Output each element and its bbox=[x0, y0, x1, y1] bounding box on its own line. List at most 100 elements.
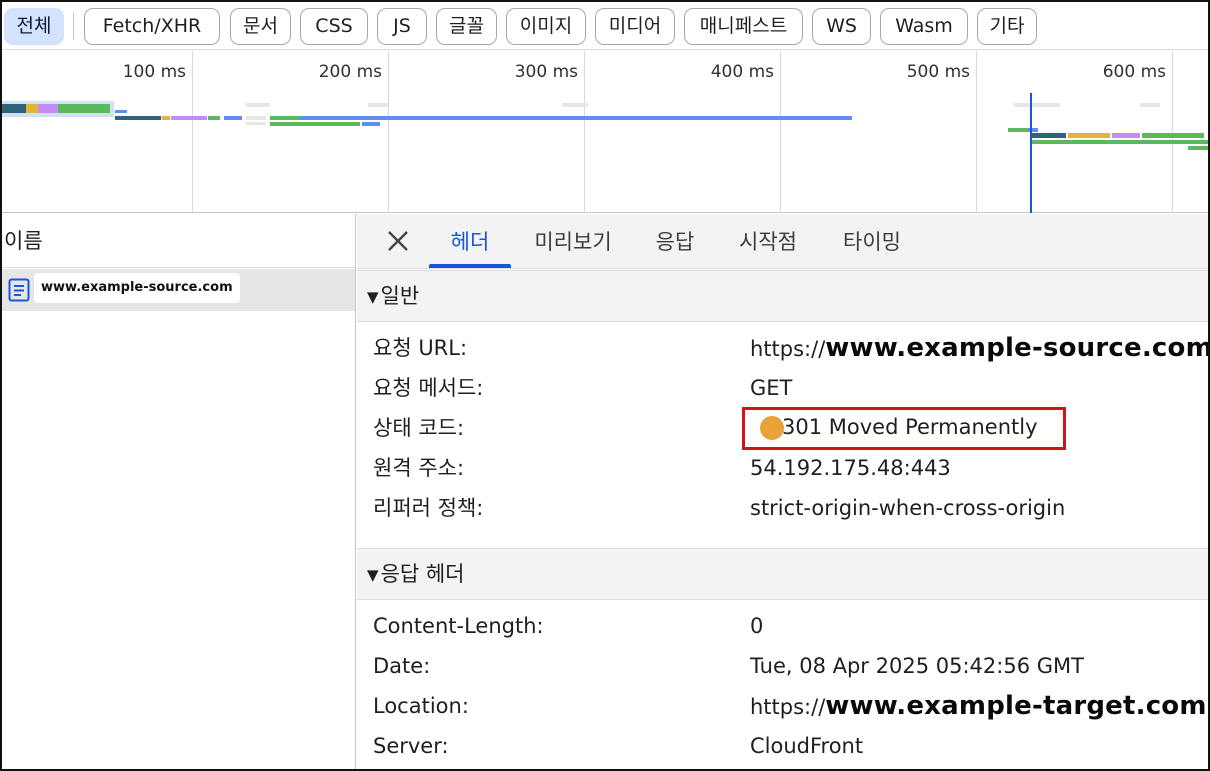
section-title: 일반 bbox=[380, 284, 420, 308]
tick-label: 600 ms bbox=[1102, 62, 1166, 82]
tab-timing[interactable]: 타이밍 bbox=[831, 214, 913, 268]
waterfall-bar bbox=[162, 116, 170, 120]
header-key: 상태 코드: bbox=[373, 416, 465, 440]
header-row-location: Location: https://www.example-target.com bbox=[373, 686, 1206, 726]
header-value[interactable]: Tue, 08 Apr 2025 05:42:56 GMT bbox=[750, 646, 1084, 686]
grid-line bbox=[388, 51, 389, 213]
filter-media[interactable]: 미디어 bbox=[595, 8, 675, 45]
timeline-cursor bbox=[1030, 93, 1032, 213]
waterfall-bar bbox=[368, 103, 388, 107]
waterfall-bar bbox=[246, 122, 266, 125]
waterfall-bar bbox=[2, 104, 26, 113]
section-general-header[interactable]: ▼일반 bbox=[357, 270, 1208, 322]
waterfall-bar bbox=[1008, 128, 1028, 132]
section-title: 응답 헤더 bbox=[380, 562, 465, 586]
waterfall-bar bbox=[224, 116, 242, 120]
waterfall-bar bbox=[270, 122, 360, 126]
filter-ws[interactable]: WS bbox=[812, 8, 871, 45]
grid-line bbox=[584, 51, 585, 213]
waterfall-bar bbox=[1030, 140, 1208, 144]
waterfall-bar bbox=[115, 116, 161, 120]
grid-line bbox=[976, 51, 977, 213]
tab-preview[interactable]: 미리보기 bbox=[523, 214, 623, 268]
filter-js[interactable]: JS bbox=[377, 8, 427, 45]
header-value[interactable]: https://www.example-target.com bbox=[750, 686, 1207, 727]
tick-label: 200 ms bbox=[318, 62, 382, 82]
url-scheme: https:// bbox=[750, 695, 826, 719]
waterfall-bar bbox=[58, 104, 110, 113]
tick-label: 500 ms bbox=[906, 62, 970, 82]
url-host: www.example-source.com bbox=[825, 333, 1210, 363]
tab-headers[interactable]: 헤더 bbox=[429, 214, 511, 268]
waterfall-bar bbox=[300, 116, 852, 120]
waterfall-bar bbox=[38, 104, 58, 113]
devtools-network-panel: 전체 Fetch/XHR 문서 CSS JS 글꼴 이미지 미디어 매니페스트 … bbox=[0, 0, 1210, 771]
waterfall-bar bbox=[362, 122, 380, 126]
expand-triangle-icon: ▼ bbox=[367, 288, 379, 306]
filter-manifest[interactable]: 매니페스트 bbox=[684, 8, 803, 45]
waterfall-bar bbox=[1188, 146, 1208, 150]
header-row-status: 상태 코드: 301 Moved Permanently bbox=[373, 407, 1203, 450]
waterfall-bar bbox=[26, 104, 38, 113]
filter-image[interactable]: 이미지 bbox=[506, 8, 586, 45]
filter-all[interactable]: 전체 bbox=[4, 8, 64, 45]
header-value[interactable]: 0 bbox=[750, 606, 763, 646]
name-column-header[interactable]: 이름 bbox=[2, 214, 355, 268]
filter-separator bbox=[73, 12, 74, 40]
filter-other[interactable]: 기타 bbox=[977, 8, 1037, 45]
header-row-server: Server: CloudFront bbox=[373, 726, 1203, 766]
header-value[interactable]: 54.192.175.48:443 bbox=[750, 448, 951, 488]
header-key: Date: bbox=[373, 654, 431, 678]
header-key: 원격 주소: bbox=[373, 456, 465, 480]
waterfall-bar bbox=[562, 103, 588, 107]
header-row-method: 요청 메서드: GET bbox=[373, 368, 1203, 408]
header-key: 리퍼러 정책: bbox=[373, 496, 484, 520]
document-icon bbox=[8, 278, 30, 302]
tab-initiator[interactable]: 시작점 bbox=[727, 214, 809, 268]
waterfall-bar bbox=[1112, 133, 1140, 138]
request-details: 헤더 미리보기 응답 시작점 타이밍 ▼일반 요청 URL: https://w… bbox=[357, 214, 1208, 769]
waterfall-bar bbox=[171, 116, 207, 120]
header-value[interactable]: https://www.example-source.com bbox=[750, 328, 1210, 369]
waterfall-bar bbox=[270, 116, 300, 120]
header-value[interactable]: GET bbox=[750, 368, 792, 408]
request-row[interactable]: www.example-source.com bbox=[2, 269, 355, 311]
waterfall-bar bbox=[1142, 133, 1204, 138]
header-row-date: Date: Tue, 08 Apr 2025 05:42:56 GMT bbox=[373, 646, 1203, 686]
waterfall-bar bbox=[246, 116, 266, 120]
filter-bar: 전체 Fetch/XHR 문서 CSS JS 글꼴 이미지 미디어 매니페스트 … bbox=[2, 2, 1208, 50]
filter-wasm[interactable]: Wasm bbox=[880, 8, 968, 45]
request-list: 이름 www.example-source.com bbox=[2, 214, 356, 769]
active-tab-indicator bbox=[429, 264, 511, 268]
waterfall-bar bbox=[1068, 133, 1110, 138]
header-key: Server: bbox=[373, 734, 449, 758]
header-key: Content-Length: bbox=[373, 614, 544, 638]
close-icon[interactable] bbox=[383, 226, 413, 256]
status-dot-icon bbox=[760, 416, 784, 440]
filter-font[interactable]: 글꼴 bbox=[436, 8, 497, 45]
url-host: www.example-target.com bbox=[825, 691, 1207, 721]
header-value[interactable]: strict-origin-when-cross-origin bbox=[750, 488, 1065, 528]
header-value[interactable]: CloudFront bbox=[750, 726, 863, 766]
waterfall-bar bbox=[1140, 103, 1160, 107]
tick-label: 400 ms bbox=[710, 62, 774, 82]
tick-label: 100 ms bbox=[122, 62, 186, 82]
filter-css[interactable]: CSS bbox=[300, 8, 368, 45]
filter-document[interactable]: 문서 bbox=[230, 8, 291, 45]
header-key: 요청 URL: bbox=[373, 336, 468, 360]
tab-response[interactable]: 응답 bbox=[645, 214, 705, 268]
grid-line bbox=[1172, 51, 1173, 213]
filter-fetch-xhr[interactable]: Fetch/XHR bbox=[84, 8, 220, 45]
request-name: www.example-source.com bbox=[34, 273, 240, 303]
timeline-overview[interactable]: 100 ms 200 ms 300 ms 400 ms 500 ms 600 m… bbox=[2, 51, 1208, 213]
waterfall-bar bbox=[1030, 133, 1066, 138]
waterfall-bar bbox=[115, 110, 127, 113]
header-row-request-url: 요청 URL: https://www.example-source.com bbox=[373, 328, 1208, 368]
section-response-headers-header[interactable]: ▼응답 헤더 bbox=[357, 548, 1208, 600]
header-row-referrer-policy: 리퍼러 정책: strict-origin-when-cross-origin bbox=[373, 488, 1203, 528]
expand-triangle-icon: ▼ bbox=[367, 566, 379, 584]
grid-line bbox=[780, 51, 781, 213]
url-scheme: https:// bbox=[750, 337, 826, 361]
waterfall-bar bbox=[208, 116, 220, 120]
grid-line bbox=[192, 51, 193, 213]
